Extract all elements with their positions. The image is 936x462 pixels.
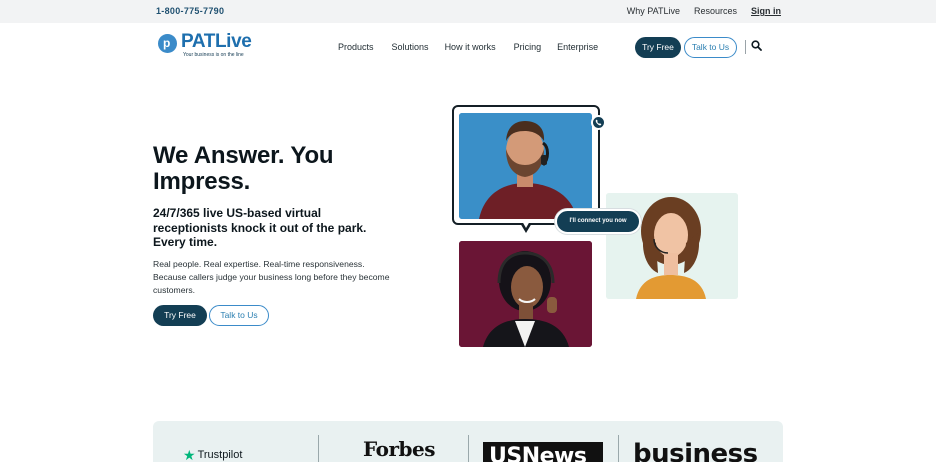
main-header: p PATLive Your business is on the line P… bbox=[0, 23, 936, 71]
header-talk-to-us-button[interactable]: Talk to Us bbox=[684, 37, 737, 58]
nav-item-enterprise[interactable]: Enterprise bbox=[557, 42, 598, 52]
receptionist-man-photo bbox=[459, 113, 592, 219]
logo-mark-icon: p bbox=[158, 34, 177, 53]
hero-talk-to-us-button[interactable]: Talk to Us bbox=[209, 305, 269, 326]
why-patlive-link[interactable]: Why PATLive bbox=[627, 6, 680, 16]
hero-try-free-button[interactable]: Try Free bbox=[153, 305, 207, 326]
business-logo: business bbox=[633, 439, 758, 462]
utility-bar: 1-800-775-7790 Why PATLive Resources Sig… bbox=[0, 0, 936, 23]
receptionist-woman-headset-photo bbox=[459, 241, 592, 347]
nav-item-solutions[interactable]: Solutions bbox=[392, 42, 429, 52]
forbes-logo: Forbes bbox=[363, 437, 435, 461]
logo-tagline: Your business is on the line bbox=[183, 52, 244, 58]
nav-item-how-it-works[interactable]: How it works bbox=[445, 42, 496, 52]
search-icon[interactable] bbox=[751, 40, 762, 51]
speech-frame-tail-inner bbox=[522, 221, 530, 228]
nav-item-pricing[interactable]: Pricing bbox=[514, 42, 542, 52]
logo-divider bbox=[468, 435, 469, 462]
phone-number-link[interactable]: 1-800-775-7790 bbox=[156, 6, 224, 16]
hero-body-text: Real people. Real expertise. Real-time r… bbox=[153, 259, 390, 295]
nav-item-products[interactable]: Products bbox=[338, 42, 374, 52]
trustpilot-logo: ★ Trustpilot bbox=[183, 447, 243, 462]
trustpilot-star-icon: ★ bbox=[183, 447, 196, 462]
header-try-free-button[interactable]: Try Free bbox=[635, 37, 681, 58]
logo-divider bbox=[618, 435, 619, 462]
primary-nav: Products Solutions How it works Pricing … bbox=[338, 42, 616, 52]
hero-subtitle: 24/7/365 live US-based virtual reception… bbox=[153, 206, 367, 249]
connect-speech-bubble: I'll connect you now bbox=[555, 209, 641, 234]
press-logos-strip: ★ Trustpilot Forbes USNews business bbox=[153, 421, 783, 462]
resources-link[interactable]: Resources bbox=[694, 6, 737, 16]
utility-links: Why PATLive Resources Sign in bbox=[627, 6, 781, 16]
signin-link[interactable]: Sign in bbox=[751, 6, 781, 16]
patlive-logo[interactable]: p PATLive Your business is on the line bbox=[158, 31, 252, 58]
usnews-logo: USNews bbox=[483, 442, 603, 462]
logo-divider bbox=[318, 435, 319, 462]
phone-call-icon bbox=[591, 115, 606, 130]
header-divider bbox=[745, 40, 746, 54]
logo-wordmark: PATLive bbox=[181, 31, 252, 52]
hero-title: We Answer. You Impress. bbox=[153, 142, 334, 195]
